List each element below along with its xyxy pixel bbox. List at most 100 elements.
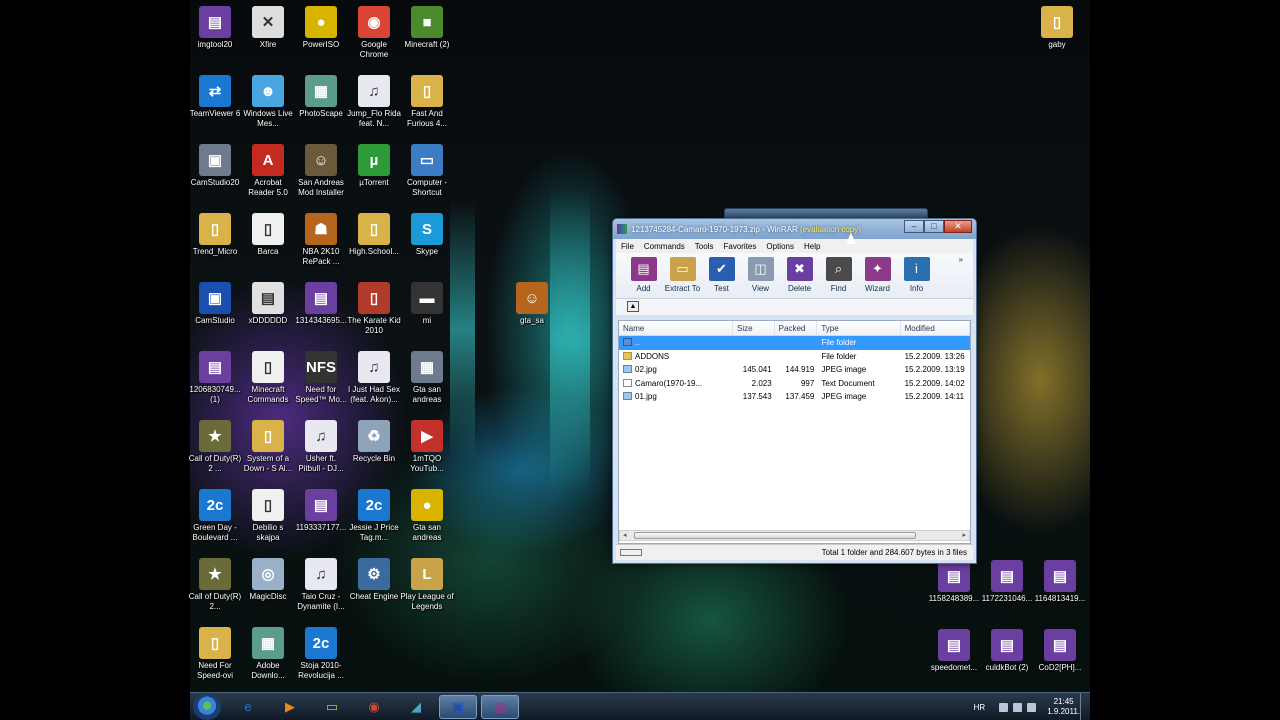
desktop-icon[interactable]: ♫ Taio Cruz - Dynamite (I...	[294, 556, 348, 612]
desktop-icon[interactable]: ▣ CamStudio	[188, 280, 242, 326]
desktop-icon[interactable]: ■ Minecraft (2)	[400, 4, 454, 50]
maximize-button[interactable]: □	[924, 220, 944, 233]
desktop-icon[interactable]: ◎ MagicDisc	[241, 556, 295, 602]
desktop-icon[interactable]: ▯ Barca	[241, 211, 295, 257]
desktop-icon[interactable]: ☺ gta_sa	[505, 280, 559, 326]
desktop-icon[interactable]: 2c Green Day - Boulevard ...	[188, 487, 242, 543]
taskbar-winrar-icon[interactable]: ▤	[481, 694, 519, 719]
desktop-icon[interactable]: 2c Stoja 2010-Revolucija ...	[294, 625, 348, 681]
desktop-icon[interactable]: ⚙ Cheat Engine	[347, 556, 401, 602]
desktop-icon[interactable]: ☺ San Andreas Mod Installer	[294, 142, 348, 198]
desktop-icon[interactable]: ▦ PhotoScape	[294, 73, 348, 119]
desktop-icon[interactable]: ● Gta san andreas	[400, 487, 454, 543]
menu-item-commands[interactable]: Commands	[639, 242, 690, 251]
desktop-icon[interactable]: ▣ CamStudio20	[188, 142, 242, 188]
column-header-size[interactable]: Size	[733, 321, 775, 335]
desktop-icon[interactable]: ◉ Google Chrome	[347, 4, 401, 60]
desktop-icon[interactable]: µ µTorrent	[347, 142, 401, 188]
desktop-icon[interactable]: ▯ The Karate Kid 2010	[347, 280, 401, 336]
menu-item-favorites[interactable]: Favorites	[718, 242, 761, 251]
menu-item-file[interactable]: File	[616, 242, 639, 251]
desktop-icon[interactable]: ▬ mi	[400, 280, 454, 326]
table-row[interactable]: 01.jpg 137.543 137.459 JPEG image 15.2.2009.…	[619, 390, 970, 404]
desktop-icon[interactable]: ♻ Recycle Bin	[347, 418, 401, 464]
desktop-icon[interactable]: ▦ Gta san andreas	[400, 349, 454, 405]
taskbar-chrome-icon[interactable]: ◉	[355, 695, 393, 719]
desktop-icon[interactable]: ▯ gaby	[1030, 4, 1084, 50]
taskbar-camstudio-icon[interactable]: ▣	[439, 694, 477, 719]
desktop-icon[interactable]: ▤ 1193337177...	[294, 487, 348, 533]
menu-item-options[interactable]: Options	[761, 242, 799, 251]
desktop-icon[interactable]: ▤ speedomet...	[927, 627, 981, 673]
scroll-left-icon[interactable]: ◂	[623, 531, 627, 540]
desktop-icon[interactable]: S Skype	[400, 211, 454, 257]
desktop-icon[interactable]: ☻ Windows Live Mes...	[241, 73, 295, 129]
menu-item-help[interactable]: Help	[799, 242, 825, 251]
desktop-icon[interactable]: ▤ CoD2[PH]...	[1033, 627, 1087, 673]
desktop-icon[interactable]: 2c Jessie J Price Tag.m...	[347, 487, 401, 543]
desktop-icon[interactable]: ★ Call of Duty(R) 2 ...	[188, 418, 242, 474]
column-header-name[interactable]: Name	[619, 321, 733, 335]
table-row[interactable]: Camaro(1970-19... 2.023 997 Text Document 15…	[619, 377, 970, 391]
taskbar-explorer-icon[interactable]: ▭	[313, 695, 351, 719]
desktop-icon[interactable]: ▤ 1206830749... (1)	[188, 349, 242, 405]
toolbar-more-icon[interactable]: »	[959, 255, 963, 264]
network-icon[interactable]	[1013, 702, 1023, 712]
tray-arrow-icon[interactable]	[999, 702, 1009, 712]
show-desktop-button[interactable]	[1080, 693, 1090, 720]
desktop-icon[interactable]: ☗ NBA 2K10 RePack ...	[294, 211, 348, 267]
status-drive-icon[interactable]	[620, 549, 642, 556]
desktop-icon[interactable]: NFS Need for Speed™ Mo...	[294, 349, 348, 405]
table-row[interactable]: 02.jpg 145.041 144.919 JPEG image 15.2.2009.…	[619, 363, 970, 377]
desktop-icon-image-icon: ▯	[358, 213, 390, 245]
desktop-icon[interactable]: ♫ Jump_Flo Rida feat. N...	[347, 73, 401, 129]
desktop-icon[interactable]: ▤ xDDDDDD	[241, 280, 295, 326]
volume-icon[interactable]	[1027, 702, 1037, 712]
scroll-thumb[interactable]	[634, 532, 916, 539]
desktop-icon-image-icon: ●	[411, 489, 443, 521]
desktop-icon[interactable]: ▯ Debilio s skajpa	[241, 487, 295, 543]
desktop-icon[interactable]: ▯ Trend_Micro	[188, 211, 242, 257]
desktop-icon[interactable]: ▤ 1164813419...	[1033, 558, 1087, 604]
desktop-icon[interactable]: ▤ culdkBot (2)	[980, 627, 1034, 673]
taskbar-app-icon[interactable]: ◢	[397, 695, 435, 719]
desktop-icon[interactable]: A Acrobat Reader 5.0	[241, 142, 295, 198]
table-row[interactable]: .. File folder	[619, 336, 970, 350]
column-header-modified[interactable]: Modified	[901, 321, 970, 335]
desktop-icon[interactable]: ♫ I Just Had Sex (feat. Akon)...	[347, 349, 401, 405]
desktop-icon[interactable]: ★ Call of Duty(R) 2...	[188, 556, 242, 612]
close-button[interactable]: ✕	[944, 220, 972, 233]
desktop-icon[interactable]: ▯ Need For Speed-ovi	[188, 625, 242, 681]
desktop-icon[interactable]: ✕ Xfire	[241, 4, 295, 50]
window-titlebar[interactable]: 1213745284-Camaro-1970-1973.zip - WinRAR…	[613, 219, 976, 239]
desktop-icon[interactable]: ▯ High.School...	[347, 211, 401, 257]
desktop-icon[interactable]: ▶ 1mTQO YouTub...	[400, 418, 454, 474]
desktop-icon[interactable]: ▯ Fast And Furious 4...	[400, 73, 454, 129]
menu-item-tools[interactable]: Tools	[690, 242, 719, 251]
desktop-icon[interactable]: ▯ System of a Down - S Al...	[241, 418, 295, 474]
table-row[interactable]: ADDONS File folder 15.2.2009. 13:26	[619, 350, 970, 364]
up-folder-icon[interactable]: ▲	[627, 301, 639, 312]
scroll-right-icon[interactable]: ▸	[962, 531, 966, 540]
desktop-icon[interactable]: ● PowerISO	[294, 4, 348, 50]
desktop-icon[interactable]: ▦ Adobe Downlo...	[241, 625, 295, 681]
taskbar-ie-icon[interactable]: e	[229, 695, 267, 719]
desktop-icon[interactable]: ⇄ TeamViewer 6	[188, 73, 242, 119]
clock[interactable]: 21:45 1.9.2011.	[1047, 697, 1080, 717]
desktop-icon[interactable]: ▭ Computer - Shortcut	[400, 142, 454, 198]
desktop-icon-image-icon: ★	[199, 558, 231, 590]
start-button[interactable]	[193, 693, 221, 720]
horizontal-scrollbar[interactable]: ◂ ▸	[619, 530, 970, 541]
desktop-icon[interactable]: ▤ 1172231046...	[980, 558, 1034, 604]
minimize-button[interactable]: –	[904, 220, 924, 233]
desktop-icon[interactable]: ▯ Minecraft Commands	[241, 349, 295, 405]
desktop-icon[interactable]: ♫ Usher ft. Pitbull - DJ...	[294, 418, 348, 474]
language-indicator[interactable]: HR	[974, 703, 986, 712]
desktop-icon[interactable]: L Play League of Legends	[400, 556, 454, 612]
desktop-icon[interactable]: ▤ imgtool20	[188, 4, 242, 50]
desktop-icon[interactable]: ▤ 1314343695...	[294, 280, 348, 326]
taskbar-media-player-icon[interactable]: ▶	[271, 695, 309, 719]
column-header-type[interactable]: Type	[817, 321, 901, 335]
desktop-icon[interactable]: ▤ 1158248389...	[927, 558, 981, 604]
column-header-packed[interactable]: Packed	[775, 321, 818, 335]
